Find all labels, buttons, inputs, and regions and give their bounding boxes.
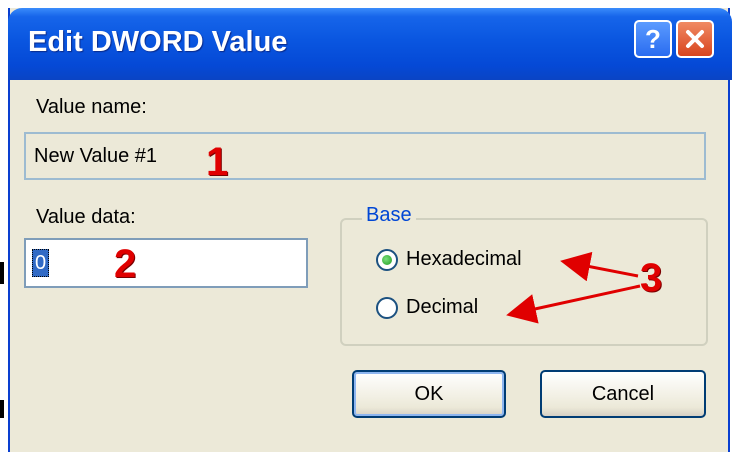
base-legend: Base <box>362 204 416 227</box>
radio-button-icon[interactable] <box>376 248 398 271</box>
edge-mark <box>0 400 4 418</box>
annotation-2: 2 <box>114 242 137 286</box>
value-name-text: New Value #1 <box>34 144 158 167</box>
radio-decimal[interactable]: Decimal <box>376 296 478 319</box>
value-name-label: Value name: <box>36 96 147 118</box>
help-button[interactable]: ? <box>634 20 672 58</box>
help-icon: ? <box>645 23 661 54</box>
title-bar[interactable]: Edit DWORD Value ? <box>8 8 732 80</box>
value-name-field[interactable]: New Value #1 <box>24 132 706 180</box>
value-data-input[interactable]: 0 <box>24 238 308 288</box>
ok-button[interactable]: OK <box>352 370 506 418</box>
radio-hexadecimal[interactable]: Hexadecimal <box>376 248 522 271</box>
radio-decimal-label: Decimal <box>406 296 479 318</box>
close-icon <box>686 30 704 48</box>
annotation-1: 1 <box>206 140 229 184</box>
value-data-label: Value data: <box>36 206 136 228</box>
radio-button-icon[interactable] <box>376 296 398 319</box>
close-button[interactable] <box>676 20 714 58</box>
edge-mark <box>0 262 4 284</box>
value-data-text: 0 <box>32 249 50 277</box>
cancel-button[interactable]: Cancel <box>540 370 706 418</box>
ok-button-label: OK <box>414 382 444 405</box>
annotation-3: 3 <box>640 256 663 300</box>
radio-hexadecimal-label: Hexadecimal <box>406 248 522 270</box>
radio-selected-dot <box>382 254 392 265</box>
window-title: Edit DWORD Value <box>28 26 288 58</box>
cancel-button-label: Cancel <box>591 382 655 405</box>
